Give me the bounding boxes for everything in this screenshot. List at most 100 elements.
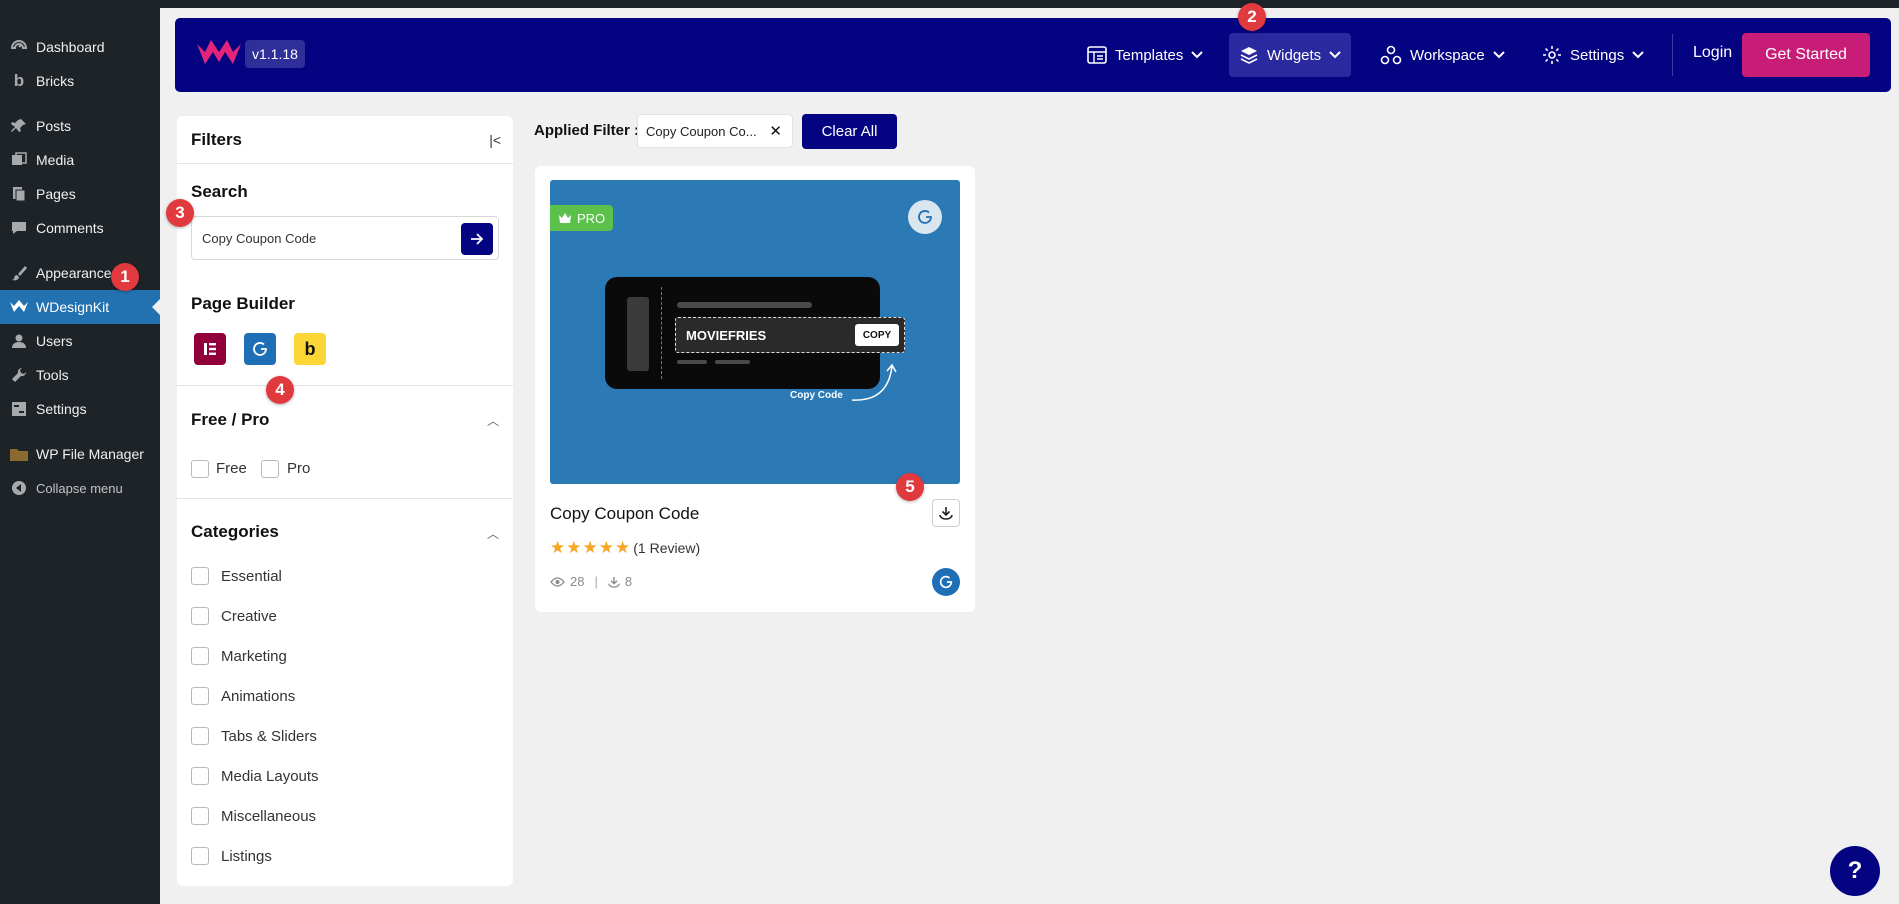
widget-card[interactable]: PRO MOVIEFRIES COPY Copy Code Copy Coupo… bbox=[535, 166, 975, 612]
menu-label: Appearance bbox=[36, 265, 112, 281]
checkbox-label: Free bbox=[216, 460, 247, 477]
checkbox-free[interactable] bbox=[191, 460, 209, 478]
login-link[interactable]: Login bbox=[1693, 44, 1732, 62]
filters-panel: Filters |< Search Page Builder b Free / … bbox=[177, 116, 513, 886]
chevron-down-icon bbox=[1632, 51, 1644, 59]
checkbox-miscellaneous[interactable] bbox=[191, 807, 209, 825]
nav-workspace[interactable]: Workspace bbox=[1370, 33, 1515, 77]
checkbox-animations[interactable] bbox=[191, 687, 209, 705]
menu-wdesignkit[interactable]: WDesignKit bbox=[0, 290, 160, 324]
gear-icon bbox=[1543, 46, 1561, 64]
menu-wp-file-manager[interactable]: WP File Manager bbox=[0, 437, 160, 471]
search-input[interactable] bbox=[202, 227, 442, 249]
version-badge: v1.1.18 bbox=[245, 40, 305, 68]
layers-icon bbox=[1240, 47, 1258, 64]
menu-label: Pages bbox=[36, 186, 76, 202]
menu-label: WDesignKit bbox=[36, 299, 110, 315]
help-button[interactable]: ? bbox=[1830, 846, 1880, 896]
nav-settings[interactable]: Settings bbox=[1532, 33, 1654, 77]
bricks-builder-icon[interactable]: b bbox=[294, 333, 326, 365]
search-title: Search bbox=[191, 182, 248, 201]
applied-filter-label: Applied Filter : bbox=[534, 122, 639, 139]
star-icon: ★ bbox=[582, 538, 598, 557]
nav-templates[interactable]: Templates bbox=[1077, 33, 1213, 77]
wdesignkit-logo-icon bbox=[197, 40, 241, 64]
nav-widgets[interactable]: Widgets bbox=[1229, 33, 1352, 77]
search-submit-button[interactable] bbox=[461, 223, 493, 255]
chevron-up-icon[interactable]: ︿ bbox=[487, 412, 499, 429]
brush-icon bbox=[10, 264, 28, 282]
download-count-icon bbox=[608, 576, 620, 588]
menu-label: Collapse menu bbox=[36, 480, 123, 496]
nav-label: Workspace bbox=[1410, 46, 1485, 64]
checkbox-listings[interactable] bbox=[191, 847, 209, 865]
menu-tools[interactable]: Tools bbox=[0, 358, 160, 392]
checkbox-essential[interactable] bbox=[191, 567, 209, 585]
download-button[interactable] bbox=[932, 499, 960, 527]
menu-label: Media bbox=[36, 152, 75, 168]
top-strip bbox=[0, 0, 1899, 8]
checkbox-creative[interactable] bbox=[191, 607, 209, 625]
comments-icon bbox=[10, 219, 28, 237]
clear-all-button[interactable]: Clear All bbox=[802, 114, 897, 149]
menu-pages[interactable]: Pages bbox=[0, 177, 160, 211]
wdesignkit-header: v1.1.18 Templates Widgets Workspace Sett… bbox=[175, 18, 1891, 92]
coupon-text-line bbox=[677, 360, 707, 364]
download-count: 8 bbox=[624, 574, 633, 589]
filters-title: Filters bbox=[191, 130, 243, 149]
checkbox-label: Essential bbox=[221, 568, 282, 585]
page-builder-title: Page Builder bbox=[191, 294, 295, 313]
menu-users[interactable]: Users bbox=[0, 324, 160, 358]
free-pro-title: Free / Pro bbox=[191, 410, 270, 429]
copy-code-hint: Copy Code bbox=[790, 390, 843, 401]
bricks-icon: b bbox=[13, 71, 25, 90]
checkbox-label: Animations bbox=[221, 688, 296, 705]
checkbox-pro[interactable] bbox=[261, 460, 279, 478]
remove-filter-icon[interactable]: ✕ bbox=[769, 122, 782, 140]
wrench-icon bbox=[10, 366, 28, 384]
widget-title[interactable]: Copy Coupon Code bbox=[550, 504, 699, 524]
annotation-3: 3 bbox=[166, 199, 194, 227]
pro-badge-label: PRO bbox=[577, 210, 606, 226]
pin-icon bbox=[10, 117, 28, 135]
menu-dashboard[interactable]: Dashboard bbox=[0, 30, 160, 64]
gutenberg-icon[interactable] bbox=[244, 333, 276, 365]
widget-thumbnail[interactable]: PRO MOVIEFRIES COPY Copy Code bbox=[550, 180, 960, 484]
dashboard-icon bbox=[10, 38, 28, 56]
menu-collapse[interactable]: Collapse menu bbox=[0, 471, 160, 505]
divider bbox=[177, 385, 513, 386]
checkbox-media-layouts[interactable] bbox=[191, 767, 209, 785]
collapse-icon bbox=[10, 479, 28, 497]
annotation-4: 4 bbox=[266, 376, 294, 404]
checkbox-label: Tabs & Sliders bbox=[221, 728, 317, 745]
chevron-down-icon bbox=[1191, 51, 1204, 59]
checkbox-tabs-sliders[interactable] bbox=[191, 727, 209, 745]
menu-comments[interactable]: Comments bbox=[0, 211, 160, 245]
media-icon bbox=[10, 151, 28, 169]
templates-icon bbox=[1087, 46, 1107, 64]
menu-settings[interactable]: Settings bbox=[0, 392, 160, 426]
chevron-up-icon[interactable]: ︿ bbox=[487, 525, 499, 542]
collapse-panel-icon[interactable]: |< bbox=[489, 132, 501, 148]
menu-label: Posts bbox=[36, 118, 72, 134]
annotation-5: 5 bbox=[896, 473, 924, 501]
menu-label: Dashboard bbox=[36, 39, 105, 55]
get-started-button[interactable]: Get Started bbox=[1742, 33, 1870, 77]
checkbox-label: Media Layouts bbox=[221, 768, 319, 785]
coupon-code-text: MOVIEFRIES bbox=[686, 328, 767, 343]
menu-media[interactable]: Media bbox=[0, 143, 160, 177]
coupon-text-line bbox=[715, 360, 750, 364]
menu-label: Users bbox=[36, 333, 73, 349]
search-box bbox=[191, 216, 499, 260]
pages-icon bbox=[10, 185, 28, 203]
checkbox-label: Pro bbox=[287, 460, 311, 477]
coupon-text-line bbox=[677, 302, 812, 308]
menu-posts[interactable]: Posts bbox=[0, 109, 160, 143]
checkbox-marketing[interactable] bbox=[191, 647, 209, 665]
nav-label: Widgets bbox=[1267, 46, 1322, 64]
elementor-icon[interactable] bbox=[194, 333, 226, 365]
menu-bricks[interactable]: b Bricks bbox=[0, 64, 160, 98]
pro-badge: PRO bbox=[550, 205, 614, 231]
coupon-code-box: MOVIEFRIES COPY bbox=[675, 317, 905, 353]
chevron-down-icon bbox=[1493, 51, 1505, 59]
